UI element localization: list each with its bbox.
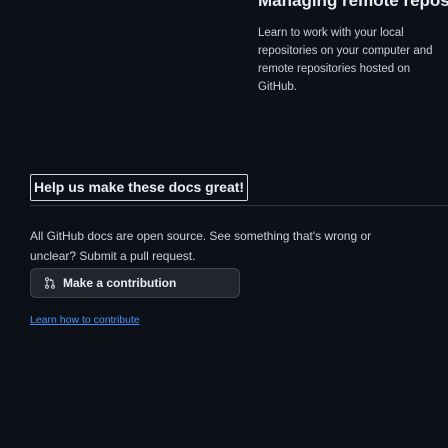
- git-pull-request-icon: [43, 276, 57, 290]
- make-contribution-label: Make a contribution: [63, 276, 177, 290]
- make-contribution-button[interactable]: Make a contribution: [30, 268, 240, 298]
- related-article-description: Learn to work with your local repositori…: [258, 27, 433, 93]
- contribute-title: Help us make these docs great!: [30, 174, 249, 201]
- contribute-header: Help us make these docs great!: [30, 174, 448, 206]
- related-article-title[interactable]: Managing remote repositories: [258, 0, 448, 12]
- related-article-card[interactable]: Managing remote repositories Learn to wo…: [248, 0, 448, 110]
- contribute-description: All GitHub docs are open source. See som…: [30, 229, 372, 263]
- contribute-section: Help us make these docs great! All GitHu…: [30, 174, 448, 326]
- docs-page: Managing remote repositories Learn to wo…: [0, 0, 448, 448]
- learn-how-to-contribute-link[interactable]: Learn how to contribute: [30, 314, 140, 326]
